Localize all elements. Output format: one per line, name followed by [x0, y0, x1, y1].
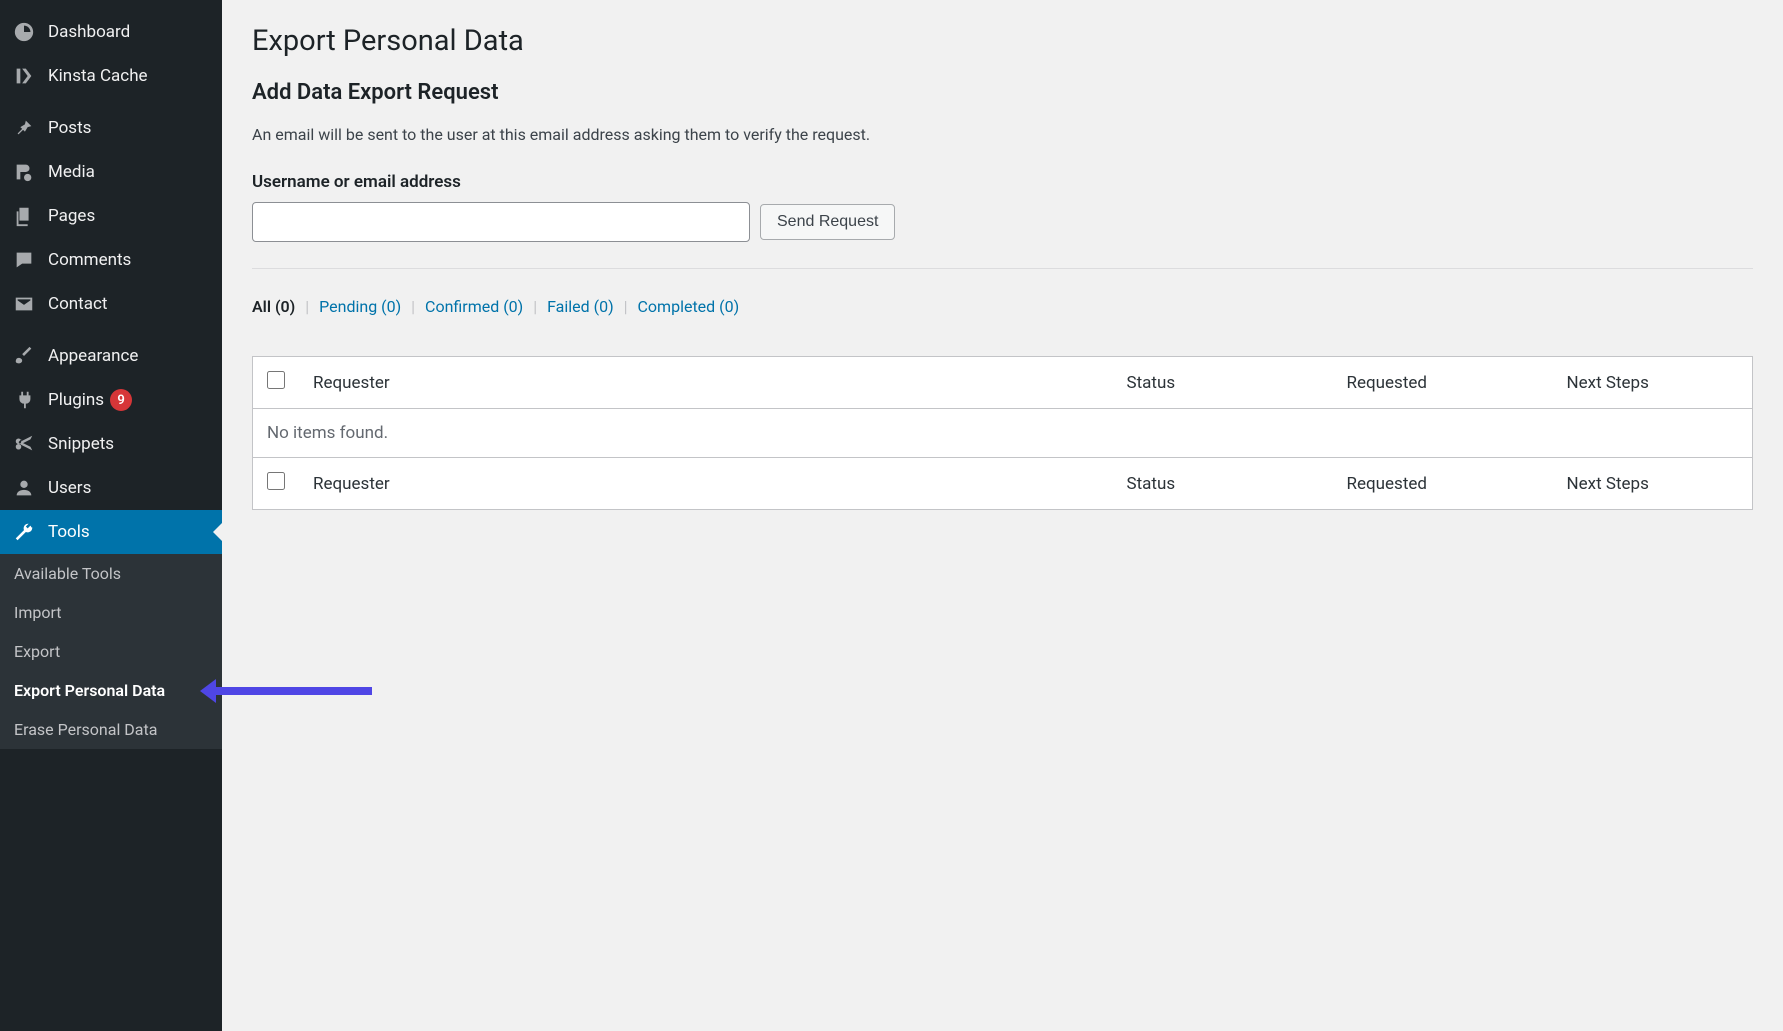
media-icon	[12, 160, 36, 184]
section-heading: Add Data Export Request	[252, 80, 1753, 105]
submenu-erase-personal-data[interactable]: Erase Personal Data	[0, 710, 222, 749]
menu-label: Posts	[48, 118, 91, 138]
column-requested[interactable]: Requested	[1333, 357, 1553, 409]
menu-item-appearance[interactable]: Appearance	[0, 334, 222, 378]
submenu-available-tools[interactable]: Available Tools	[0, 554, 222, 593]
menu-separator	[0, 326, 222, 334]
dashboard-icon	[12, 20, 36, 44]
filter-all[interactable]: All (0)	[252, 297, 295, 316]
menu-label: Plugins	[48, 390, 104, 410]
wrench-icon	[12, 520, 36, 544]
menu-label: Media	[48, 162, 95, 182]
menu-item-users[interactable]: Users	[0, 466, 222, 510]
menu-label: Snippets	[48, 434, 114, 454]
kinsta-icon	[12, 64, 36, 88]
plug-icon	[12, 388, 36, 412]
column-next-steps: Next Steps	[1553, 357, 1753, 409]
brush-icon	[12, 344, 36, 368]
send-request-button[interactable]: Send Request	[760, 204, 895, 240]
no-items-text: No items found.	[253, 409, 1753, 458]
menu-label: Appearance	[48, 346, 138, 366]
request-form-row: Send Request	[252, 202, 1753, 242]
column-requested-foot[interactable]: Requested	[1333, 458, 1553, 510]
pages-icon	[12, 204, 36, 228]
requests-table: Requester Status Requested Next Steps No…	[252, 356, 1753, 510]
table-footer-row: Requester Status Requested Next Steps	[253, 458, 1753, 510]
scissors-icon	[12, 432, 36, 456]
menu-label: Kinsta Cache	[48, 66, 148, 86]
column-status: Status	[1113, 357, 1333, 409]
column-requester-foot[interactable]: Requester	[299, 458, 1113, 510]
comments-icon	[12, 248, 36, 272]
filter-failed[interactable]: Failed (0)	[547, 297, 614, 316]
menu-label: Dashboard	[48, 22, 130, 42]
menu-item-plugins[interactable]: Plugins 9	[0, 378, 222, 422]
filter-pending[interactable]: Pending (0)	[319, 297, 401, 316]
column-next-steps-foot: Next Steps	[1553, 458, 1753, 510]
menu-item-comments[interactable]: Comments	[0, 238, 222, 282]
menu-item-contact[interactable]: Contact	[0, 282, 222, 326]
username-email-label: Username or email address	[252, 172, 1753, 192]
current-menu-arrow	[213, 522, 223, 542]
filter-completed[interactable]: Completed (0)	[638, 297, 740, 316]
table-empty-row: No items found.	[253, 409, 1753, 458]
column-requester[interactable]: Requester	[299, 357, 1113, 409]
menu-item-posts[interactable]: Posts	[0, 106, 222, 150]
menu-label: Pages	[48, 206, 95, 226]
menu-label: Contact	[48, 294, 107, 314]
menu-label: Tools	[48, 522, 90, 542]
column-status-foot: Status	[1113, 458, 1333, 510]
main-content: Export Personal Data Add Data Export Req…	[222, 0, 1783, 1031]
menu-item-tools[interactable]: Tools	[0, 510, 222, 554]
menu-separator	[0, 98, 222, 106]
username-email-input[interactable]	[252, 202, 750, 242]
annotation-arrow-icon	[212, 687, 372, 695]
submenu-export-personal-data[interactable]: Export Personal Data	[0, 671, 222, 710]
menu-label: Comments	[48, 250, 131, 270]
table-header-row: Requester Status Requested Next Steps	[253, 357, 1753, 409]
divider	[252, 268, 1753, 269]
mail-icon	[12, 292, 36, 316]
plugins-update-badge: 9	[110, 389, 132, 411]
submenu-import[interactable]: Import	[0, 593, 222, 632]
menu-item-media[interactable]: Media	[0, 150, 222, 194]
submenu-export[interactable]: Export	[0, 632, 222, 671]
status-filter-bar: All (0) | Pending (0) | Confirmed (0) | …	[252, 297, 1753, 316]
pin-icon	[12, 116, 36, 140]
page-title: Export Personal Data	[252, 24, 1753, 58]
tools-submenu: Available Tools Import Export Export Per…	[0, 554, 222, 749]
menu-item-dashboard[interactable]: Dashboard	[0, 10, 222, 54]
menu-item-pages[interactable]: Pages	[0, 194, 222, 238]
section-description: An email will be sent to the user at thi…	[252, 125, 1753, 144]
select-all-top-checkbox[interactable]	[267, 371, 285, 389]
menu-item-kinsta-cache[interactable]: Kinsta Cache	[0, 54, 222, 98]
menu-label: Users	[48, 478, 91, 498]
select-all-bottom-checkbox[interactable]	[267, 472, 285, 490]
user-icon	[12, 476, 36, 500]
filter-confirmed[interactable]: Confirmed (0)	[425, 297, 523, 316]
menu-item-snippets[interactable]: Snippets	[0, 422, 222, 466]
admin-sidebar: Dashboard Kinsta Cache Posts Media Pages…	[0, 0, 222, 1031]
